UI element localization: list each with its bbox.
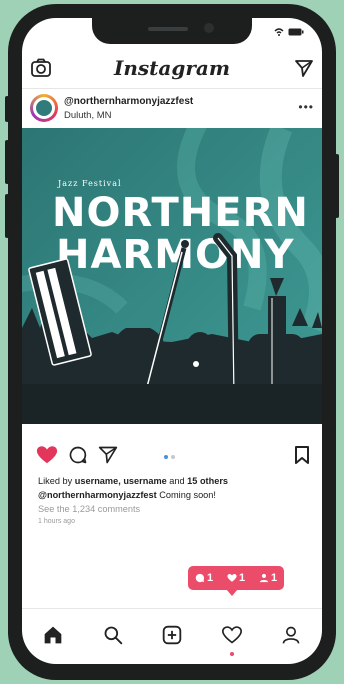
follower-count-icon — [259, 573, 269, 583]
bottom-navigation — [22, 610, 322, 664]
nav-activity[interactable] — [219, 622, 245, 648]
search-icon — [104, 626, 123, 645]
more-options-icon[interactable]: ••• — [298, 100, 314, 114]
activity-icon — [222, 626, 242, 644]
carousel-indicator — [164, 455, 175, 459]
avatar-image — [36, 100, 52, 116]
artwork-title-line2: HARMONY — [56, 232, 295, 278]
post-timestamp: 1 hours ago — [38, 518, 75, 525]
caption-text: Coming soon! — [156, 490, 216, 500]
post-details: Liked by username, username and 15 other… — [38, 474, 308, 528]
nav-add-post[interactable] — [159, 622, 185, 648]
nav-profile[interactable] — [278, 622, 304, 648]
status-bar — [274, 28, 304, 36]
power-button — [335, 154, 339, 218]
home-icon — [44, 626, 62, 644]
activity-notification-badge[interactable]: 1 1 1 — [188, 566, 284, 590]
bookmark-icon[interactable] — [294, 445, 310, 465]
likes-summary: Liked by username, username and 15 other… — [38, 476, 229, 486]
top-bar: Instagram — [22, 52, 322, 88]
battery-icon — [288, 28, 304, 36]
artwork-subtitle: Jazz Festival — [57, 179, 122, 188]
post-actions — [22, 442, 322, 472]
app-logo: Instagram — [114, 56, 230, 80]
profile-icon — [282, 626, 300, 644]
nav-search[interactable] — [100, 622, 126, 648]
caption: @northernharmonyjazzfest Coming soon! — [38, 488, 308, 502]
activity-indicator-dot — [230, 652, 234, 656]
bottom-divider — [22, 608, 322, 609]
nav-home[interactable] — [40, 622, 66, 648]
like-count: 1 — [238, 572, 246, 584]
avatar[interactable] — [30, 94, 58, 122]
wifi-icon — [274, 28, 284, 36]
heart-icon[interactable] — [36, 444, 58, 466]
post-username[interactable]: @northernharmonyjazzfest — [64, 96, 193, 107]
ground — [22, 384, 322, 424]
share-icon[interactable] — [98, 445, 118, 465]
notification-pointer — [226, 589, 238, 596]
phone-screen: Instagram @northernharmonyjazzfest Dulut… — [22, 18, 322, 664]
like-count-icon — [227, 574, 237, 582]
view-comments-link[interactable]: See the 1,234 comments — [38, 502, 308, 516]
follower-count: 1 — [270, 572, 278, 584]
notch — [92, 18, 252, 44]
mute-switch — [5, 96, 9, 122]
liked-user-2[interactable]: username — [123, 476, 166, 486]
volume-down-button — [5, 194, 9, 238]
volume-up-button — [5, 140, 9, 184]
comment-count: 1 — [206, 572, 214, 584]
liked-user-1[interactable]: username, — [75, 476, 121, 486]
post-header: @northernharmonyjazzfest Duluth, MN ••• — [22, 90, 322, 128]
liked-others[interactable]: 15 others — [187, 476, 228, 486]
front-camera — [204, 23, 214, 33]
top-divider — [22, 88, 322, 89]
comment-icon[interactable] — [68, 445, 88, 465]
send-icon[interactable] — [294, 58, 314, 78]
artwork-title-line1: NORTHERN — [52, 190, 309, 236]
speaker — [148, 27, 188, 31]
add-icon — [162, 625, 182, 645]
post-image[interactable]: Jazz Festival NORTHERN HARMONY — [22, 128, 322, 424]
post-location[interactable]: Duluth, MN — [64, 110, 112, 121]
comment-count-icon — [195, 573, 205, 583]
tuba-illustration — [184, 332, 216, 376]
caption-username[interactable]: @northernharmonyjazzfest — [38, 490, 157, 500]
